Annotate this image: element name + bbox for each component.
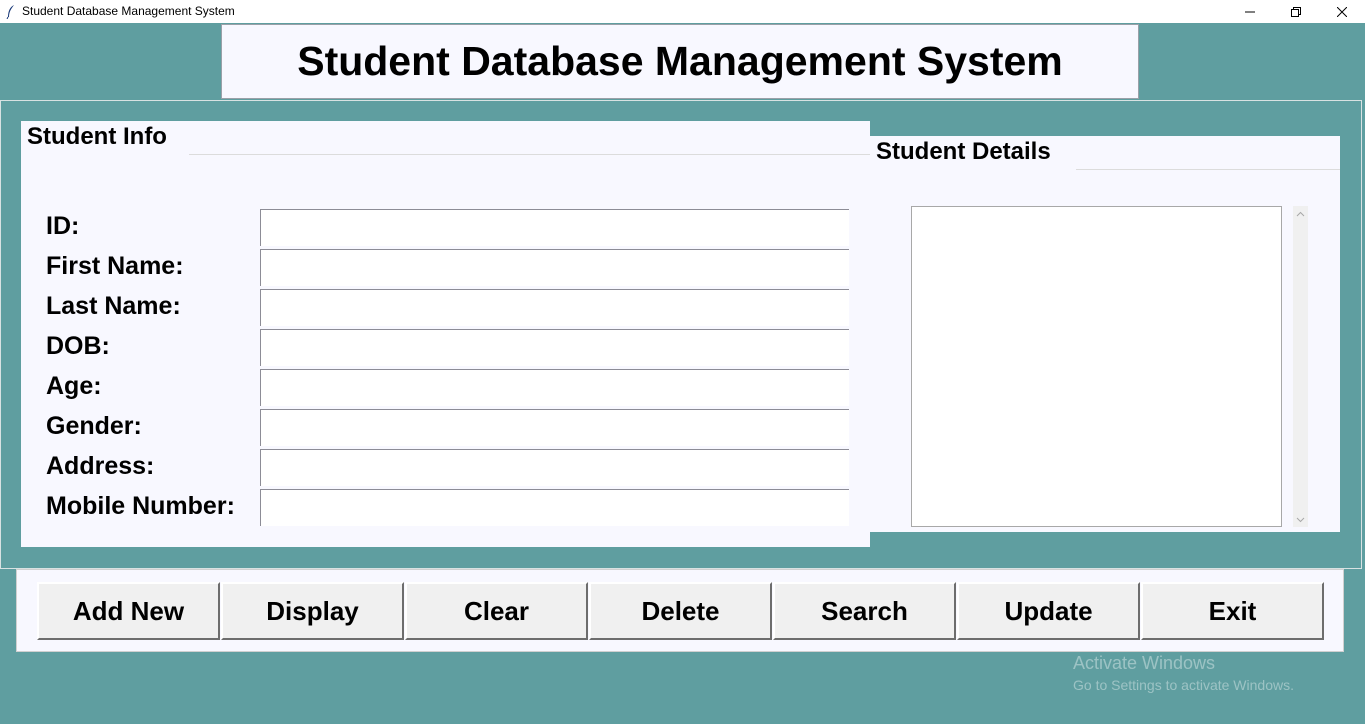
watermark-title: Activate Windows [1073,653,1216,673]
age-label: Age: [46,372,102,400]
id-field[interactable] [260,209,849,246]
exit-button[interactable]: Exit [1141,582,1324,640]
chevron-down-icon [1296,517,1305,522]
window-titlebar: Student Database Management System [0,0,1365,23]
scroll-up-button[interactable] [1293,206,1308,221]
button-bar: Add New Display Clear Delete Search Upda… [16,569,1344,652]
scroll-down-button[interactable] [1293,512,1308,527]
gender-label: Gender: [46,412,142,440]
activate-windows-watermark: Activate Windows Go to Settings to activ… [1073,652,1294,696]
close-button[interactable] [1319,0,1365,23]
window-title: Student Database Management System [22,4,235,18]
chevron-up-icon [1296,211,1305,216]
first-name-label: First Name: [46,252,184,280]
feather-icon [6,5,14,19]
maximize-icon [1291,6,1301,17]
mobile-number-label: Mobile Number: [46,492,235,520]
minimize-button[interactable] [1227,0,1273,23]
dob-field[interactable] [260,329,849,366]
mobile-number-field[interactable] [260,489,849,526]
clear-button[interactable]: Clear [405,582,588,640]
last-name-field[interactable] [260,289,849,326]
student-info-title: Student Info [27,123,167,150]
student-details-listbox[interactable] [911,206,1282,527]
vertical-scrollbar[interactable] [1293,206,1308,527]
age-field[interactable] [260,369,849,406]
student-info-panel: Student Info ID: First Name: Last Name: … [21,121,870,547]
close-icon [1337,6,1347,17]
search-button[interactable]: Search [773,582,956,640]
address-field[interactable] [260,449,849,486]
app-heading-text: Student Database Management System [297,38,1063,84]
app-heading: Student Database Management System [221,24,1139,99]
maximize-button[interactable] [1273,0,1319,23]
last-name-label: Last Name: [46,292,181,320]
gender-field[interactable] [260,409,849,446]
panel-divider [189,154,870,155]
add-new-button[interactable]: Add New [37,582,220,640]
first-name-field[interactable] [260,249,849,286]
dob-label: DOB: [46,332,110,360]
display-button[interactable]: Display [221,582,404,640]
minimize-icon [1245,11,1255,12]
student-details-title: Student Details [876,138,1051,165]
update-button[interactable]: Update [957,582,1140,640]
student-details-panel: Student Details [870,136,1340,532]
delete-button[interactable]: Delete [589,582,772,640]
id-label: ID: [46,212,80,240]
panel-divider [1076,169,1340,170]
address-label: Address: [46,452,155,480]
watermark-subtitle: Go to Settings to activate Windows. [1073,677,1294,693]
